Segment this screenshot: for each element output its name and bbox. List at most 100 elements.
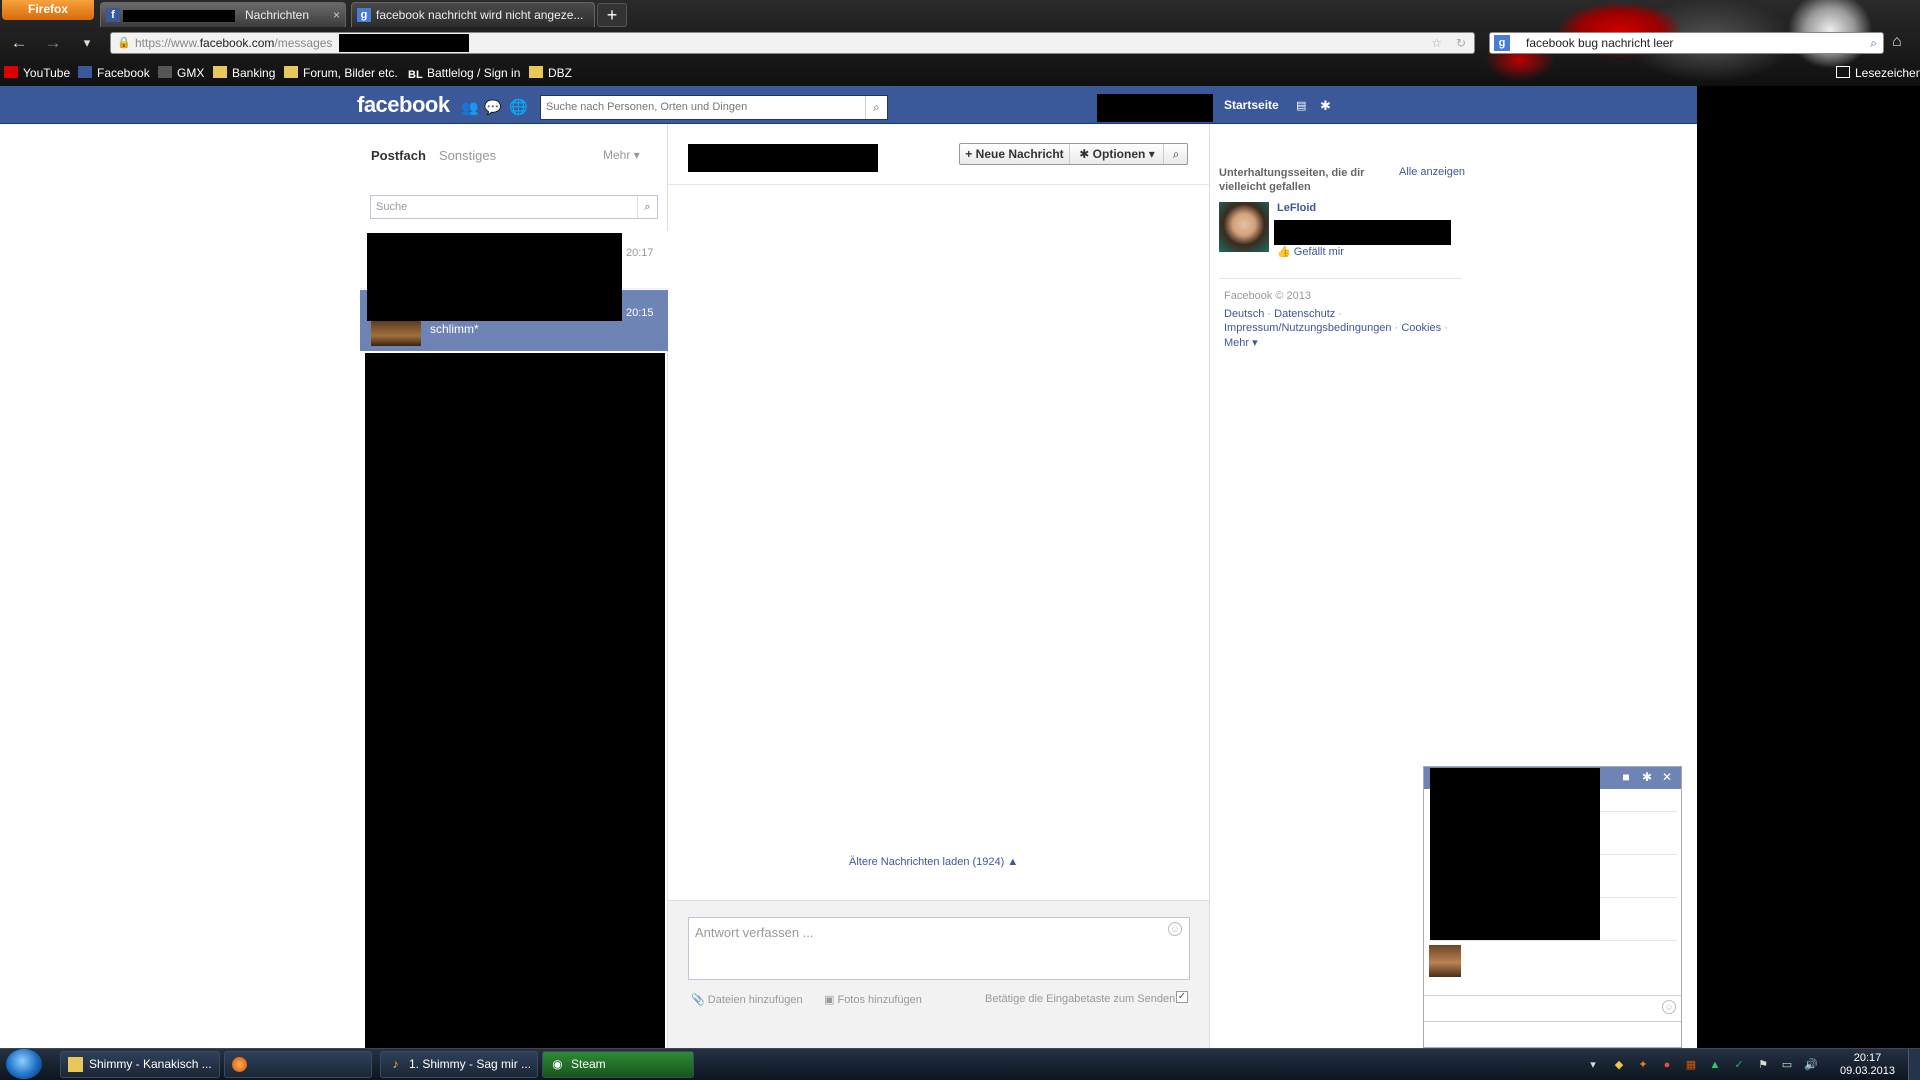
messages-icon[interactable]: 💬 [484,99,501,116]
steam-icon: ◉ [552,1057,563,1071]
bookmark-facebook[interactable]: Facebook [78,66,150,80]
tab-nachrichten[interactable]: f Nachrichten × [100,2,346,27]
redacted-chat [1430,768,1600,940]
taskbar-item-music[interactable]: ♪ 1. Shimmy - Sag mir ... [380,1051,538,1078]
tray-app-icon[interactable]: ● [1660,1058,1674,1072]
bookmark-forum[interactable]: Forum, Bilder etc. [284,66,398,80]
new-tab-button[interactable]: + [597,3,627,27]
tab-sonstiges[interactable]: Sonstiges [439,148,496,163]
photo-icon: ▣ [824,994,835,1006]
chevron-down-icon: ▾ [1252,337,1258,349]
tray-network-icon[interactable]: ▾ [1586,1058,1600,1072]
page-avatar[interactable] [1219,202,1269,252]
taskbar-item-firefox[interactable] [224,1051,372,1078]
avatar [371,320,421,346]
firefox-menu-button[interactable]: Firefox [2,0,94,20]
volume-icon[interactable]: 🔊 [1804,1058,1818,1072]
video-call-icon[interactable]: ■ [1619,770,1633,784]
bookmark-youtube[interactable]: YouTube [4,66,70,80]
like-button[interactable]: 👍 Gefällt mir [1277,245,1344,258]
forward-icon[interactable]: → [42,32,64,54]
imprint-link[interactable]: Impressum/Nutzungsbedingungen [1224,322,1392,334]
chat-divider [1430,940,1677,941]
gear-icon[interactable]: ✱ [1320,98,1331,114]
facebook-icon [78,66,92,78]
bookmark-gmx[interactable]: GMX [158,66,204,80]
search-icon[interactable]: ⌕ [1870,33,1877,53]
home-icon[interactable]: ⌂ [1892,33,1902,51]
cookies-link[interactable]: Cookies [1401,322,1441,334]
bookmark-dbz[interactable]: DBZ [529,66,572,80]
search-value: facebook bug nachricht leer [1526,36,1674,50]
tab-close-icon[interactable]: × [333,3,340,27]
tab-search[interactable]: g facebook nachricht wird nicht angeze..… [351,2,595,27]
network-icon[interactable]: ▭ [1780,1058,1794,1072]
chat-input[interactable] [1424,996,1658,1020]
copyright: Facebook © 2013 [1224,290,1311,302]
load-older-messages-link[interactable]: Ältere Nachrichten laden (1924) ▲ [849,856,1018,868]
tray-app-icon[interactable]: ✦ [1636,1058,1650,1072]
history-icon[interactable]: ▾ [76,32,98,54]
new-message-button[interactable]: + Neue Nachricht [960,144,1070,164]
redacted-profile[interactable] [1097,94,1213,122]
clock-time: 20:17 [1853,1052,1882,1064]
footer-links-row2: Impressum/Nutzungsbedingungen · Cookies … [1224,322,1448,334]
options-button[interactable]: ✱ Optionen ▾ [1071,144,1164,164]
tray-app-icon[interactable]: ✓ [1732,1058,1746,1072]
search-icon[interactable]: ⌕ [865,96,887,119]
tray-app-icon[interactable]: ◆ [1612,1058,1626,1072]
back-icon[interactable]: ← [8,32,30,54]
gear-icon[interactable]: ✱ [1640,770,1654,784]
redacted-name [123,10,235,22]
system-clock[interactable]: 20:17 09.03.2013 [1830,1052,1905,1078]
thumbs-up-icon: 👍 [1277,246,1291,258]
lock-icon: 🔒 [117,37,131,49]
show-desktop-button[interactable] [1908,1049,1920,1080]
star-icon[interactable]: ☆ [1431,33,1442,53]
redacted-url [339,34,469,52]
taskbar-item-folder[interactable]: Shimmy - Kanakisch ... [60,1051,220,1078]
facebook-logo[interactable]: facebook [357,92,450,118]
privacy-shortcuts-icon[interactable]: ▤ [1296,99,1306,112]
home-link[interactable]: Startseite [1224,98,1279,112]
search-icon[interactable]: ⌕ [1165,144,1187,164]
tab-postfach[interactable]: Postfach [371,148,426,163]
taskbar-item-steam[interactable]: ◉ Steam [542,1051,694,1078]
facebook-search-input[interactable]: Suche nach Personen, Orten und Dingen [540,95,888,120]
bookmarks-menu[interactable]: Lesezeichen [1836,66,1920,80]
search-icon[interactable]: ⌕ [637,196,657,218]
inbox-search-input[interactable]: Suche [370,195,658,219]
chevron-down-icon: ▾ [633,148,640,162]
see-all-link[interactable]: Alle anzeigen [1399,166,1465,178]
notifications-icon[interactable]: 🌐 [509,98,528,116]
google-icon: g [357,8,371,22]
url-domain: facebook.com [199,36,275,50]
reload-icon[interactable]: ↻ [1456,33,1466,53]
emoticon-icon[interactable]: ☺ [1662,1000,1676,1014]
emoticon-icon[interactable]: ☺ [1168,922,1182,936]
more-dropdown[interactable]: Mehr ▾ [603,148,640,162]
close-icon[interactable]: ✕ [1660,770,1674,784]
page-name-link[interactable]: LeFloid [1277,202,1316,214]
privacy-link[interactable]: Datenschutz [1274,308,1335,320]
add-photos-link[interactable]: ▣ Fotos hinzufügen [824,993,922,1006]
battlelog-icon: BL [408,69,423,81]
url-bar[interactable]: 🔒 https://www.facebook.com/messages ☆ ↻ [110,32,1475,54]
firefox-icon [232,1057,247,1072]
bookmark-banking[interactable]: Banking [213,66,275,80]
tray-app-icon[interactable]: ▲ [1708,1058,1722,1072]
language-link[interactable]: Deutsch [1224,308,1264,320]
facebook-icon: f [106,8,120,22]
footer-more-link[interactable]: Mehr ▾ [1224,336,1258,349]
browser-search-field[interactable]: g facebook bug nachricht leer ⌕ [1489,32,1884,54]
redacted-page-info [1274,220,1451,245]
google-engine-icon[interactable]: g [1494,35,1510,51]
friend-requests-icon[interactable]: 👥 [461,99,478,116]
add-files-link[interactable]: 📎 Dateien hinzufügen [691,993,803,1006]
tray-app-icon[interactable]: ▦ [1684,1058,1698,1072]
enter-to-send-checkbox[interactable]: ✓ [1176,991,1188,1003]
reply-textarea[interactable]: Antwort verfassen ... [688,917,1190,980]
bookmark-battlelog[interactable]: BL Battlelog / Sign in [408,66,520,81]
flag-icon[interactable]: ⚑ [1756,1058,1770,1072]
start-button[interactable] [6,1049,42,1079]
